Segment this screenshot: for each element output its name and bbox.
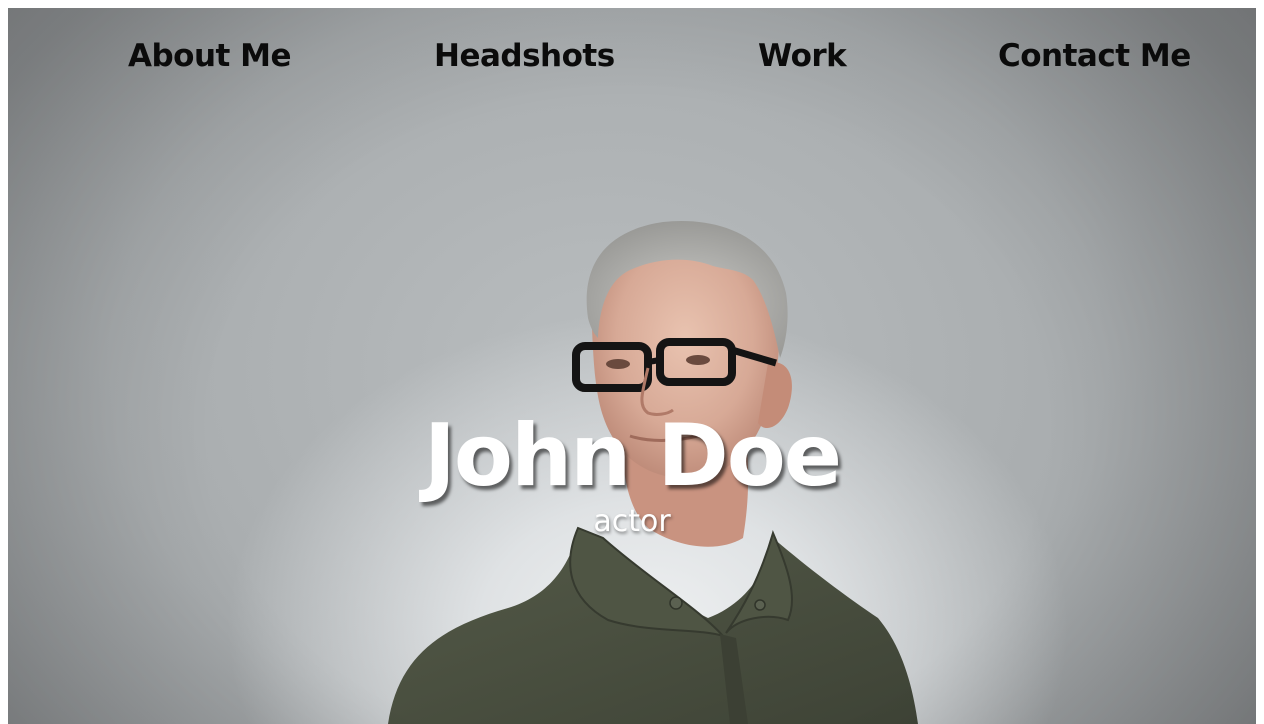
nav-link-headshots[interactable]: Headshots (434, 38, 615, 74)
nav-link-about-me[interactable]: About Me (128, 38, 292, 74)
top-navigation: About Me Headshots Work Contact Me (8, 38, 1256, 88)
nav-link-contact-me[interactable]: Contact Me (998, 38, 1191, 74)
hero-section: About Me Headshots Work Contact Me John … (8, 8, 1256, 724)
hero-role: actor (593, 504, 671, 539)
nav-link-work[interactable]: Work (758, 38, 847, 74)
hero-name: John Doe (423, 406, 842, 506)
portrait-photo (388, 220, 918, 724)
